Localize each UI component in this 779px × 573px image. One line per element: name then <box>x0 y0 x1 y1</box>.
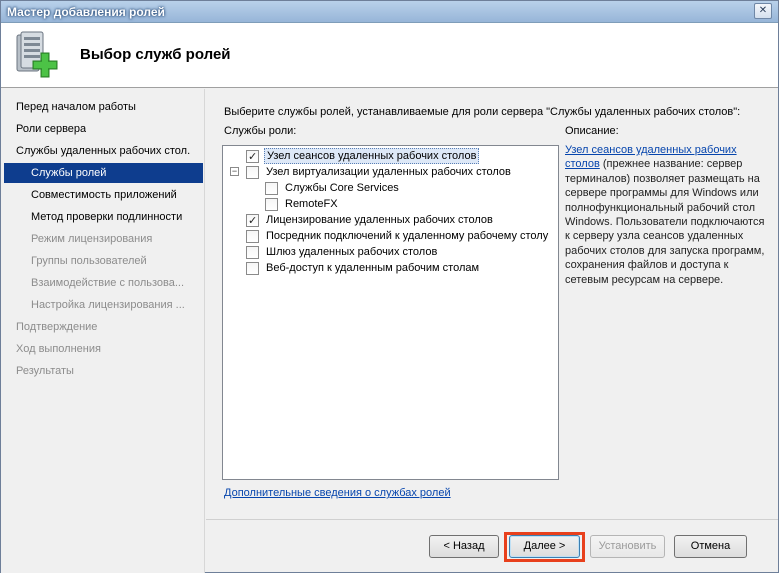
check-icon: ✓ <box>248 215 258 227</box>
role-service-label: Лицензирование удаленных рабочих столов <box>266 214 493 226</box>
step-app-compat[interactable]: Совместимость приложений <box>31 185 177 205</box>
step-licensing-mode: Режим лицензирования <box>31 233 153 245</box>
step-rds[interactable]: Службы удаленных рабочих стол... <box>16 141 191 161</box>
wizard-steps: Перед началом работы Роли сервера Службы… <box>1 89 205 573</box>
checkbox[interactable]: ✓ <box>246 214 259 227</box>
checkbox[interactable] <box>246 166 259 179</box>
back-button[interactable]: < Назад <box>429 535 499 558</box>
role-service-label: Службы Core Services <box>285 182 399 194</box>
close-icon: ✕ <box>758 5 768 16</box>
step-user-groups: Группы пользователей <box>31 255 147 267</box>
check-icon: ✓ <box>248 151 258 163</box>
role-service-label: RemoteFX <box>285 198 338 210</box>
step-before-start[interactable]: Перед началом работы <box>16 97 136 117</box>
wizard-window: Мастер добавления ролей ✕ Выбор служб ро… <box>0 0 779 573</box>
description-body: (прежнее название: сервер терминалов) по… <box>565 158 765 286</box>
install-button: Установить <box>590 535 665 558</box>
step-auth-method[interactable]: Метод проверки подлинности <box>31 207 182 227</box>
wizard-header: Выбор служб ролей <box>1 23 778 88</box>
checkbox[interactable] <box>265 198 278 211</box>
role-service-label: Узел виртуализации удаленных рабочих сто… <box>266 166 511 178</box>
step-user-experience: Взаимодействие с пользова... <box>31 277 185 289</box>
roles-label: Службы роли: <box>224 125 297 137</box>
window-title: Мастер добавления ролей <box>7 5 165 19</box>
role-service-label: Узел сеансов удаленных рабочих столов <box>264 148 480 164</box>
role-service-label: Посредник подключений к удаленному рабоч… <box>266 230 549 242</box>
step-results: Результаты <box>16 365 74 377</box>
role-service-label: Веб-доступ к удаленным рабочим столам <box>266 262 480 274</box>
step-role-services[interactable]: Службы ролей <box>4 163 203 183</box>
next-button[interactable]: Далее > <box>509 535 580 558</box>
role-services-tree[interactable]: ✓ Узел сеансов удаленных рабочих столов … <box>222 145 559 480</box>
checkbox[interactable] <box>246 246 259 259</box>
checkbox[interactable] <box>246 230 259 243</box>
more-info-link[interactable]: Дополнительные сведения о службах ролей <box>224 487 451 499</box>
step-progress: Ход выполнения <box>16 343 101 355</box>
main-panel: Выберите службы ролей, устанавливаемые д… <box>206 89 778 519</box>
step-confirmation: Подтверждение <box>16 321 98 333</box>
checkbox[interactable]: ✓ <box>246 150 259 163</box>
page-title: Выбор служб ролей <box>80 46 231 63</box>
checkbox[interactable] <box>265 182 278 195</box>
server-roles-add-icon <box>16 31 58 78</box>
description-text: Узел сеансов удаленных рабочих столов (п… <box>565 143 765 287</box>
intro-text: Выберите службы ролей, устанавливаемые д… <box>224 106 741 118</box>
role-service-label: Шлюз удаленных рабочих столов <box>266 246 438 258</box>
title-bar: Мастер добавления ролей ✕ <box>1 1 778 23</box>
collapse-icon[interactable]: − <box>230 167 239 176</box>
checkbox[interactable] <box>246 262 259 275</box>
description-label: Описание: <box>565 125 619 137</box>
step-licensing-config: Настройка лицензирования ... <box>31 299 185 311</box>
step-server-roles[interactable]: Роли сервера <box>16 119 86 139</box>
footer-divider <box>206 519 778 520</box>
cancel-button[interactable]: Отмена <box>674 535 747 558</box>
close-button[interactable]: ✕ <box>754 3 772 19</box>
